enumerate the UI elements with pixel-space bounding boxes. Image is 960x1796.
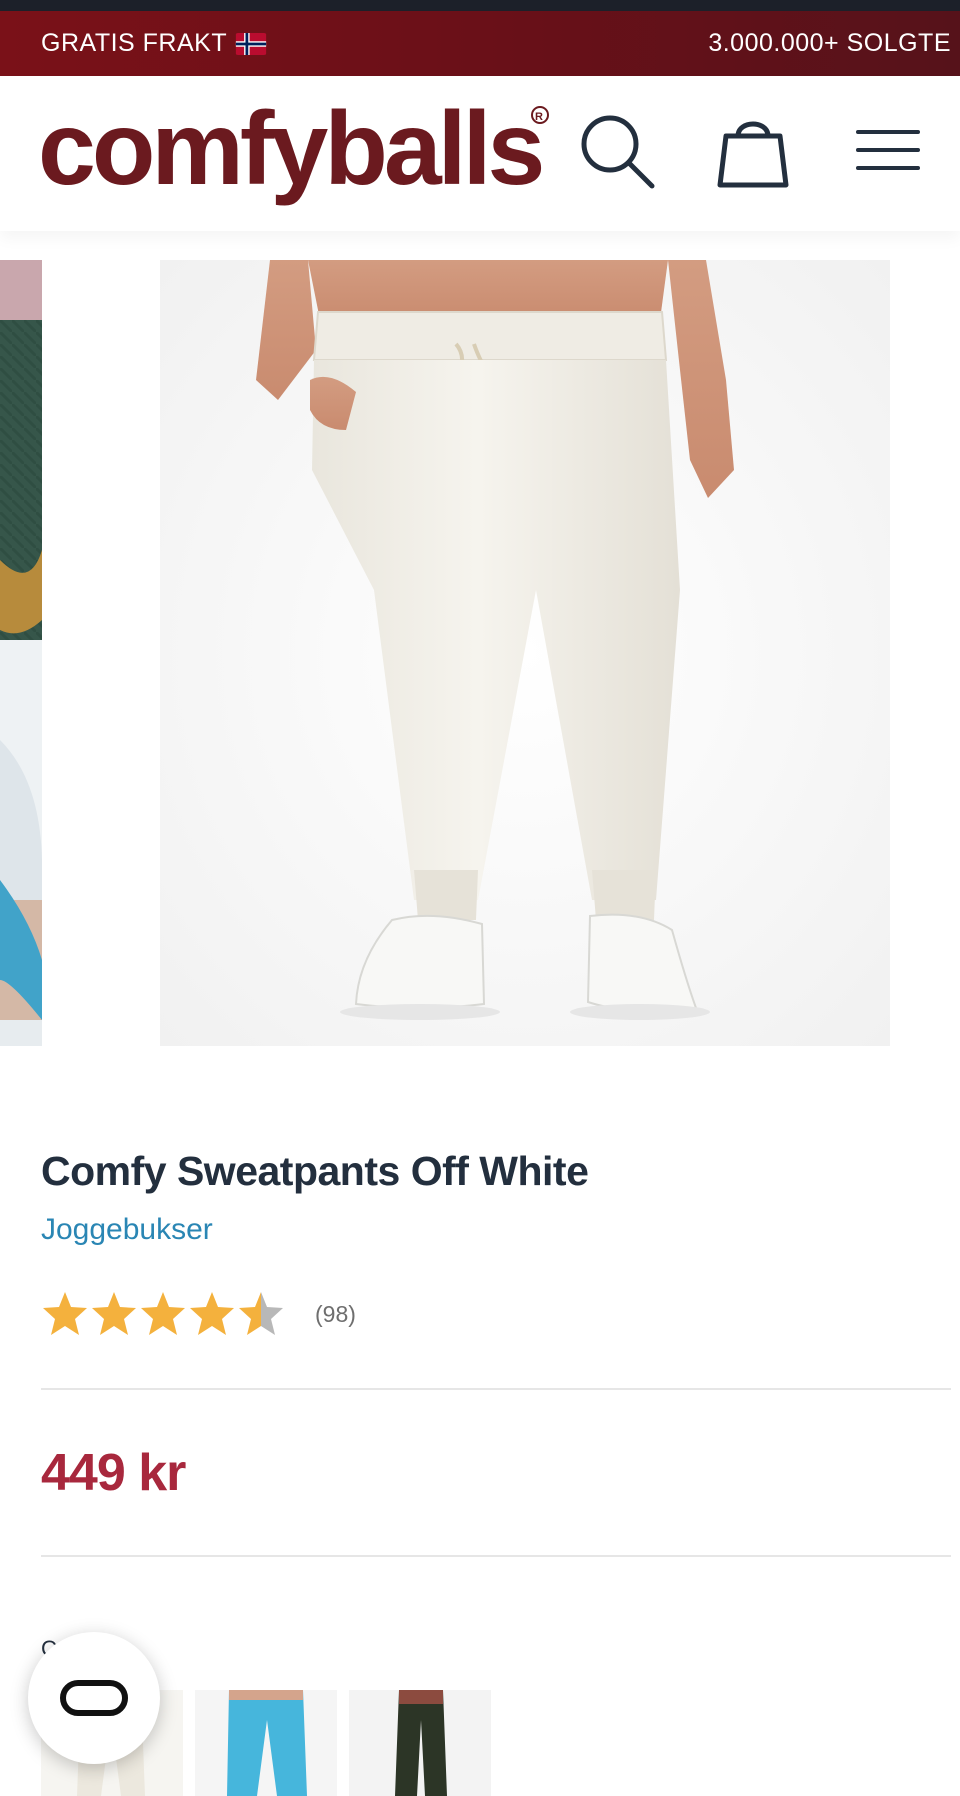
chat-button[interactable] (28, 1632, 160, 1764)
product-price: 449 kr (41, 1444, 186, 1502)
search-icon[interactable] (578, 112, 656, 190)
product-gallery[interactable] (0, 260, 960, 1046)
product-title: Comfy Sweatpants Off White (41, 1148, 589, 1194)
chat-logo-icon (60, 1680, 128, 1716)
swatch-dark-green[interactable] (349, 1690, 491, 1796)
norway-flag-icon (235, 32, 267, 55)
star-rating-icon (43, 1292, 283, 1335)
bag-icon[interactable] (716, 112, 790, 190)
free-shipping-text: GRATIS FRAKT (41, 29, 228, 57)
previous-slide-image[interactable] (0, 260, 42, 1046)
status-strip (0, 0, 960, 11)
review-count[interactable]: (98) (315, 1301, 356, 1328)
free-shipping-notice: GRATIS FRAKT (41, 29, 267, 58)
svg-text:comfyballs: comfyballs (38, 102, 541, 207)
menu-icon[interactable] (856, 128, 920, 172)
product-image-sweatpants[interactable] (160, 260, 890, 1046)
site-header: comfyballs R (0, 76, 960, 231)
product-rating[interactable]: (98) (41, 1290, 356, 1338)
announcement-bar: GRATIS FRAKT 3.000.000+ SOLGTE (0, 11, 960, 76)
svg-text:R: R (535, 111, 543, 123)
divider-top (41, 1388, 951, 1390)
swatch-light-blue[interactable] (195, 1690, 337, 1796)
sold-count-notice: 3.000.000+ SOLGTE (708, 29, 951, 57)
comfyballs-logo[interactable]: comfyballs R (38, 102, 558, 210)
divider-bottom (41, 1555, 951, 1557)
product-category-link[interactable]: Joggebukser (41, 1213, 213, 1247)
